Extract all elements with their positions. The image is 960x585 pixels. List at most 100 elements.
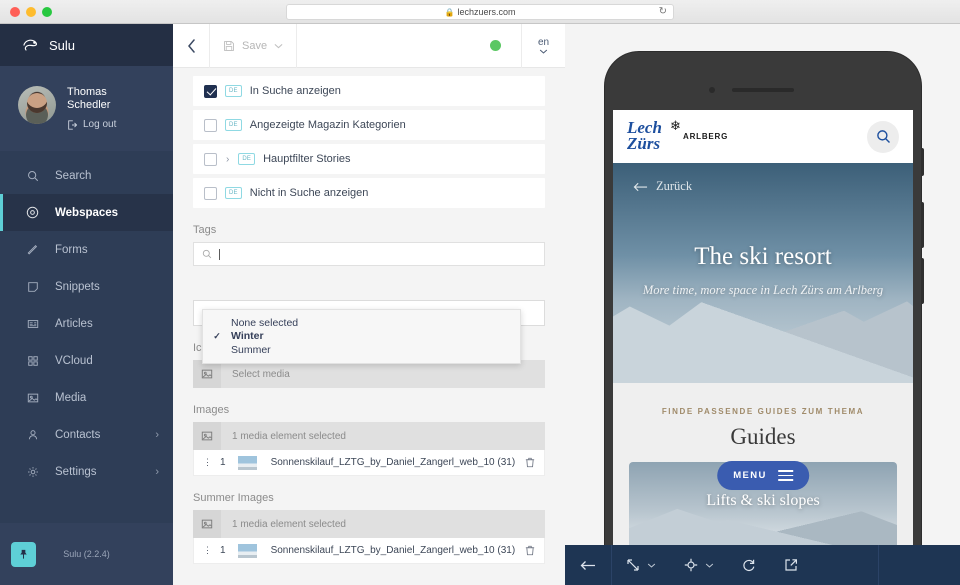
locale-badge: DE [225, 85, 242, 97]
sidebar-item-forms[interactable]: Forms [0, 231, 173, 268]
logout-button[interactable]: Log out [67, 119, 116, 130]
icons-select-media-button[interactable]: Select media [193, 360, 545, 388]
pen-icon [26, 244, 39, 256]
preview-device-control[interactable] [670, 558, 728, 572]
logout-label: Log out [83, 119, 116, 130]
menu-button[interactable]: MENU [717, 461, 809, 490]
resize-icon [626, 558, 640, 572]
sidebar-item-vcloud[interactable]: VCloud [0, 342, 173, 379]
app-screen: 🔒 lechzuers.com ↻ Sulu Thomas Schedler L… [0, 0, 960, 585]
avatar [18, 86, 56, 124]
gear-icon [26, 466, 39, 478]
reload-icon[interactable]: ↻ [659, 6, 667, 17]
sidebar-item-articles[interactable]: Articles [0, 305, 173, 342]
preview-resize-control[interactable] [612, 558, 670, 572]
sidebar-footer: Sulu (2.2.4) [0, 523, 173, 585]
address-bar[interactable]: 🔒 lechzuers.com ↻ [286, 4, 674, 20]
season-dropdown-menu[interactable]: None selected ✓ Winter Summer [202, 309, 521, 364]
version-label: Sulu (2.2.4) [0, 549, 173, 559]
dropdown-option-summer[interactable]: Summer [203, 343, 520, 357]
media-thumbnail [238, 456, 257, 470]
checkbox-row-in-suche-anzeigen[interactable]: DE In Suche anzeigen [193, 76, 545, 106]
checkbox[interactable] [204, 85, 217, 98]
phone-frame: Lech Zürs ❄ ARLBERG Zurück [605, 52, 921, 562]
site-search-button[interactable] [867, 121, 899, 153]
sidebar-item-media[interactable]: Media [0, 379, 173, 416]
back-button[interactable] [173, 24, 209, 68]
summer-images-select-media-button[interactable]: 1 media element selected [193, 510, 545, 538]
save-button[interactable]: Save [209, 24, 297, 68]
chevron-down-icon[interactable] [274, 43, 283, 49]
toolbar-divider [878, 545, 879, 585]
drag-handle-icon[interactable]: ⋮ [203, 545, 211, 556]
checkbox-label: Angezeigte Magazin Kategorien [250, 119, 406, 131]
site-logo[interactable]: Lech Zürs ❄ ARLBERG [627, 120, 737, 154]
preview-back-button[interactable] [565, 545, 612, 585]
images-label: Images [193, 404, 565, 416]
table-row[interactable]: ⋮ 1 Sonnenskilauf_LZTG_by_Daniel_Zangerl… [193, 450, 545, 476]
chevron-right-icon: › [155, 466, 159, 478]
row-index: 1 [220, 545, 226, 556]
dropdown-option-label: Winter [231, 330, 264, 342]
checkbox-row-hauptfilter-stories[interactable]: › DE Hauptfilter Stories [193, 144, 545, 174]
checkbox-row-nicht-in-suche-anzeigen[interactable]: DE Nicht in Suche anzeigen [193, 178, 545, 208]
image-icon [193, 360, 221, 388]
phone-side-button [921, 258, 924, 304]
dropdown-option-none-selected[interactable]: None selected [203, 316, 520, 330]
user-icon [26, 429, 39, 441]
table-row[interactable]: ⋮ 1 Sonnenskilauf_LZTG_by_Daniel_Zangerl… [193, 538, 545, 564]
sidebar-item-settings[interactable]: Settings › [0, 453, 173, 490]
sidebar-item-search[interactable]: Search [0, 157, 173, 194]
checkbox-label: In Suche anzeigen [250, 85, 341, 97]
language-selector[interactable]: en [521, 24, 565, 68]
snippet-icon [26, 281, 39, 293]
site-header: Lech Zürs ❄ ARLBERG [613, 110, 913, 163]
form-column: Save en DE In Suche anzeigen [173, 24, 565, 585]
images-select-media-label: 1 media element selected [221, 431, 346, 442]
search-icon [202, 249, 212, 259]
checkbox[interactable] [204, 187, 217, 200]
brand-label: Sulu [49, 38, 75, 53]
status-badge [469, 40, 521, 51]
external-link-icon [784, 558, 798, 572]
close-window-button[interactable] [10, 7, 20, 17]
preview-toolbar [565, 545, 960, 585]
address-bar-url: lechzuers.com [457, 7, 515, 17]
dropdown-option-label: Summer [231, 344, 271, 356]
drag-handle-icon[interactable]: ⋮ [203, 457, 211, 468]
guides-heading: Guides [613, 424, 913, 450]
dropdown-option-winter[interactable]: ✓ Winter [203, 330, 520, 344]
minimize-window-button[interactable] [26, 7, 36, 17]
save-label: Save [242, 40, 267, 52]
checkbox-row-angezeigte-magazin-kategorien[interactable]: DE Angezeigte Magazin Kategorien [193, 110, 545, 140]
chevron-right-icon: › [155, 429, 159, 441]
checkbox[interactable] [204, 153, 217, 166]
tags-label: Tags [193, 224, 565, 236]
hero-subtitle: More time, more space in Lech Zürs am Ar… [627, 281, 899, 300]
maximize-window-button[interactable] [42, 7, 52, 17]
chevron-right-icon[interactable]: › [226, 154, 229, 165]
logout-icon [67, 120, 77, 130]
summer-images-select-media-label: 1 media element selected [221, 519, 346, 530]
dropdown-option-label: None selected [231, 317, 298, 329]
sidebar-item-label: Articles [55, 318, 93, 330]
trash-icon[interactable] [525, 545, 535, 556]
images-select-media-button[interactable]: 1 media element selected [193, 422, 545, 450]
tags-input[interactable] [193, 242, 545, 266]
user-panel[interactable]: Thomas Schedler Log out [0, 66, 173, 151]
window-traffic-lights[interactable] [0, 7, 52, 17]
media-name: Sonnenskilauf_LZTG_by_Daniel_Zangerl_web… [271, 545, 518, 556]
checkbox[interactable] [204, 119, 217, 132]
globe-icon [26, 206, 39, 219]
sidebar-item-contacts[interactable]: Contacts › [0, 416, 173, 453]
sidebar-item-webspaces[interactable]: Webspaces [0, 194, 173, 231]
hero-back-link[interactable]: Zurück [633, 179, 692, 194]
trash-icon[interactable] [525, 457, 535, 468]
preview-open-external-button[interactable] [770, 558, 812, 572]
preview-refresh-button[interactable] [728, 558, 770, 572]
sidebar-item-snippets[interactable]: Snippets [0, 268, 173, 305]
media-name: Sonnenskilauf_LZTG_by_Daniel_Zangerl_web… [271, 457, 518, 468]
phone-side-button [921, 202, 924, 248]
language-label: en [538, 37, 549, 48]
brand-header[interactable]: Sulu [0, 24, 173, 66]
